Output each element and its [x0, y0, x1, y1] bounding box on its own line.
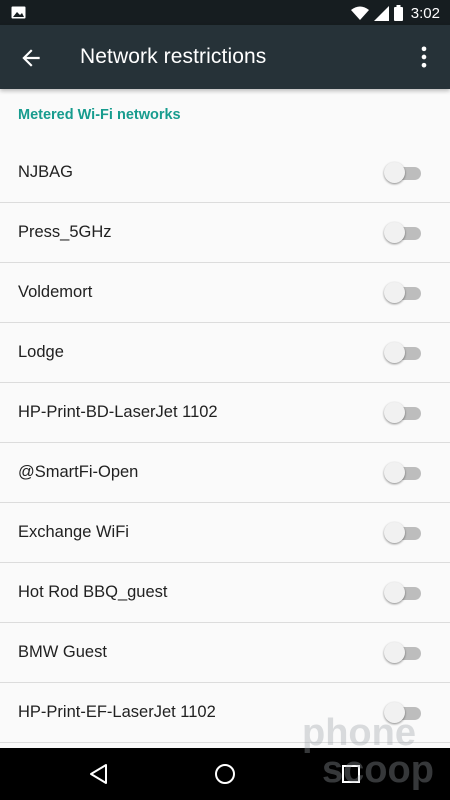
toggle-thumb — [384, 522, 405, 543]
network-name: Voldemort — [18, 283, 93, 301]
toggle-thumb — [384, 642, 405, 663]
toggle-thumb — [384, 402, 405, 423]
network-name: NJBAG — [18, 163, 74, 181]
network-row[interactable]: Hot Rod BBQ_guest — [0, 563, 450, 623]
toggle-thumb — [384, 342, 405, 363]
network-name: Hot Rod BBQ_guest — [18, 583, 168, 601]
metered-toggle[interactable] — [384, 462, 422, 484]
more-vert-icon[interactable] — [410, 43, 438, 71]
network-name: HP-Print-BD-LaserJet 1102 — [18, 403, 218, 421]
back-triangle-icon[interactable] — [87, 762, 111, 786]
metered-toggle[interactable] — [384, 342, 422, 364]
network-row[interactable]: HP-Print-BD-LaserJet 1102 — [0, 383, 450, 443]
toggle-thumb — [384, 582, 405, 603]
navigation-bar — [0, 748, 450, 800]
toggle-thumb — [384, 282, 405, 303]
section-header: Metered Wi-Fi networks — [18, 107, 181, 123]
metered-toggle[interactable] — [384, 282, 422, 304]
metered-toggle[interactable] — [384, 222, 422, 244]
page-title: Network restrictions — [80, 45, 267, 68]
network-row[interactable]: Voldemort — [0, 263, 450, 323]
network-name: Lodge — [18, 343, 64, 361]
metered-toggle[interactable] — [384, 162, 422, 184]
network-name: HP-Print-EF-LaserJet 1102 — [18, 703, 216, 721]
network-row[interactable]: Lodge — [0, 323, 450, 383]
network-name: Exchange WiFi — [18, 523, 129, 541]
recents-square-icon[interactable] — [339, 762, 363, 786]
network-row[interactable]: BMW Guest — [0, 623, 450, 683]
metered-toggle[interactable] — [384, 642, 422, 664]
toggle-thumb — [384, 222, 405, 243]
network-list: NJBAG Press_5GHz Voldemort Lodge HP-Print-BD… — [0, 143, 450, 743]
metered-toggle[interactable] — [384, 702, 422, 724]
network-row[interactable]: HP-Print-EF-LaserJet 1102 — [0, 683, 450, 743]
status-bar: 3:02 — [0, 0, 450, 25]
toggle-thumb — [384, 462, 405, 483]
network-name: BMW Guest — [18, 643, 107, 661]
metered-toggle[interactable] — [384, 402, 422, 424]
wifi-icon — [350, 6, 369, 20]
signal-icon — [373, 5, 389, 21]
metered-toggle[interactable] — [384, 582, 422, 604]
toggle-thumb — [384, 702, 405, 723]
network-row[interactable]: Exchange WiFi — [0, 503, 450, 563]
arrow-back-icon[interactable] — [18, 45, 44, 71]
network-name: @SmartFi-Open — [18, 463, 139, 481]
app-bar: Network restrictions — [0, 25, 450, 89]
toggle-thumb — [384, 162, 405, 183]
network-row[interactable]: Press_5GHz — [0, 203, 450, 263]
system-icons: 3:02 — [350, 4, 440, 22]
network-row[interactable]: NJBAG — [0, 143, 450, 203]
home-circle-icon[interactable] — [213, 762, 237, 786]
clock: 3:02 — [410, 4, 440, 22]
network-name: Press_5GHz — [18, 223, 112, 241]
battery-icon — [393, 5, 403, 21]
image-icon — [11, 6, 26, 19]
network-row[interactable]: @SmartFi-Open — [0, 443, 450, 503]
metered-toggle[interactable] — [384, 522, 422, 544]
